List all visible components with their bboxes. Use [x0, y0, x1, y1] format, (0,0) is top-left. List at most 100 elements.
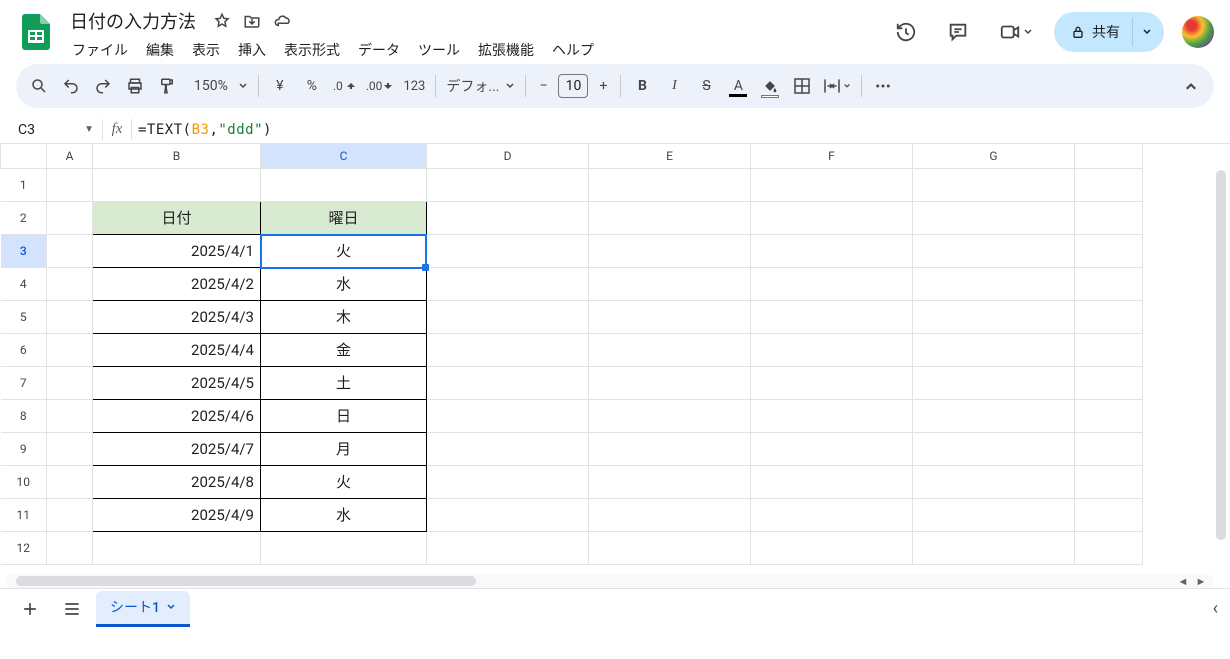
- vertical-scrollbar[interactable]: [1214, 170, 1228, 574]
- cell-A4[interactable]: [47, 267, 93, 300]
- cell-A3[interactable]: [47, 234, 93, 267]
- menu-3[interactable]: 挿入: [230, 36, 274, 64]
- move-icon[interactable]: [242, 11, 262, 31]
- cell-A1[interactable]: [47, 168, 93, 201]
- cell-3[interactable]: [1075, 234, 1143, 267]
- col-header-F[interactable]: F: [751, 144, 913, 168]
- cell-7[interactable]: [1075, 366, 1143, 399]
- cell-C2[interactable]: 曜日: [261, 201, 427, 234]
- cell-D3[interactable]: [427, 234, 589, 267]
- cell-F1[interactable]: [751, 168, 913, 201]
- cell-B9[interactable]: 2025/4/7: [93, 432, 261, 465]
- cell-8[interactable]: [1075, 399, 1143, 432]
- comments-icon[interactable]: [938, 12, 978, 52]
- cell-E3[interactable]: [589, 234, 751, 267]
- cell-F2[interactable]: [751, 201, 913, 234]
- cell-D6[interactable]: [427, 333, 589, 366]
- cell-4[interactable]: [1075, 267, 1143, 300]
- row-header-9[interactable]: 9: [1, 432, 47, 465]
- row-header-8[interactable]: 8: [1, 399, 47, 432]
- menu-0[interactable]: ファイル: [64, 36, 136, 64]
- cell-F6[interactable]: [751, 333, 913, 366]
- cell-E1[interactable]: [589, 168, 751, 201]
- add-sheet-button[interactable]: [12, 591, 48, 627]
- cell-F3[interactable]: [751, 234, 913, 267]
- cell-F5[interactable]: [751, 300, 913, 333]
- row-header-2[interactable]: 2: [1, 201, 47, 234]
- cell-A8[interactable]: [47, 399, 93, 432]
- cell-E11[interactable]: [589, 498, 751, 531]
- merge-cells-button[interactable]: [819, 71, 855, 101]
- row-header-1[interactable]: 1: [1, 168, 47, 201]
- menu-1[interactable]: 編集: [138, 36, 182, 64]
- menu-7[interactable]: 拡張機能: [470, 36, 542, 64]
- menu-4[interactable]: 表示形式: [276, 36, 348, 64]
- menu-6[interactable]: ツール: [410, 36, 468, 64]
- row-header-6[interactable]: 6: [1, 333, 47, 366]
- cell-G6[interactable]: [913, 333, 1075, 366]
- cell-C3[interactable]: 火: [261, 234, 427, 267]
- cell-C5[interactable]: 木: [261, 300, 427, 333]
- cell-G5[interactable]: [913, 300, 1075, 333]
- scroll-left-icon[interactable]: ◄: [1174, 573, 1192, 589]
- sheets-logo[interactable]: [16, 12, 56, 52]
- bold-button[interactable]: B: [627, 71, 657, 101]
- cell-E12[interactable]: [589, 531, 751, 564]
- cell-C11[interactable]: 水: [261, 498, 427, 531]
- cell-11[interactable]: [1075, 498, 1143, 531]
- row-header-10[interactable]: 10: [1, 465, 47, 498]
- text-color-button[interactable]: A: [723, 71, 753, 101]
- undo-icon[interactable]: [56, 71, 86, 101]
- strikethrough-button[interactable]: S: [691, 71, 721, 101]
- horizontal-scrollbar[interactable]: [6, 574, 1214, 588]
- cell-G10[interactable]: [913, 465, 1075, 498]
- cell-F4[interactable]: [751, 267, 913, 300]
- format-percent[interactable]: %: [297, 71, 327, 101]
- cell-D9[interactable]: [427, 432, 589, 465]
- sheet-tab-active[interactable]: シート1: [96, 591, 190, 627]
- collapse-toolbar-icon[interactable]: [1176, 71, 1206, 101]
- cell-C10[interactable]: 火: [261, 465, 427, 498]
- meet-icon[interactable]: [990, 12, 1042, 52]
- name-box[interactable]: C3 ▼: [6, 118, 102, 142]
- cell-C6[interactable]: 金: [261, 333, 427, 366]
- redo-icon[interactable]: [88, 71, 118, 101]
- menu-2[interactable]: 表示: [184, 36, 228, 64]
- cell-E5[interactable]: [589, 300, 751, 333]
- cell-G3[interactable]: [913, 234, 1075, 267]
- cell-G9[interactable]: [913, 432, 1075, 465]
- share-button[interactable]: 共有: [1054, 12, 1164, 52]
- cell-B3[interactable]: 2025/4/1: [93, 234, 261, 267]
- italic-button[interactable]: I: [659, 71, 689, 101]
- paint-format-icon[interactable]: [152, 71, 182, 101]
- cell-B1[interactable]: [93, 168, 261, 201]
- fill-color-button[interactable]: [755, 71, 785, 101]
- cell-C1[interactable]: [261, 168, 427, 201]
- all-sheets-button[interactable]: [54, 591, 90, 627]
- account-avatar[interactable]: [1182, 16, 1214, 48]
- cell-G12[interactable]: [913, 531, 1075, 564]
- print-icon[interactable]: [120, 71, 150, 101]
- cell-D12[interactable]: [427, 531, 589, 564]
- search-menus-icon[interactable]: [24, 71, 54, 101]
- cell-B11[interactable]: 2025/4/9: [93, 498, 261, 531]
- cell-A10[interactable]: [47, 465, 93, 498]
- cell-C12[interactable]: [261, 531, 427, 564]
- cell-2[interactable]: [1075, 201, 1143, 234]
- cell-E8[interactable]: [589, 399, 751, 432]
- row-header-12[interactable]: 12: [1, 531, 47, 564]
- cell-G1[interactable]: [913, 168, 1075, 201]
- history-icon[interactable]: [886, 12, 926, 52]
- menu-5[interactable]: データ: [350, 36, 408, 64]
- font-size-input[interactable]: 10: [558, 74, 588, 98]
- cell-B10[interactable]: 2025/4/8: [93, 465, 261, 498]
- cell-G7[interactable]: [913, 366, 1075, 399]
- cloud-icon[interactable]: [272, 11, 292, 31]
- cell-E10[interactable]: [589, 465, 751, 498]
- cell-B2[interactable]: 日付: [93, 201, 261, 234]
- row-header-3[interactable]: 3: [1, 234, 47, 267]
- share-dropdown[interactable]: [1132, 18, 1160, 46]
- cell-5[interactable]: [1075, 300, 1143, 333]
- cell-G11[interactable]: [913, 498, 1075, 531]
- row-header-4[interactable]: 4: [1, 267, 47, 300]
